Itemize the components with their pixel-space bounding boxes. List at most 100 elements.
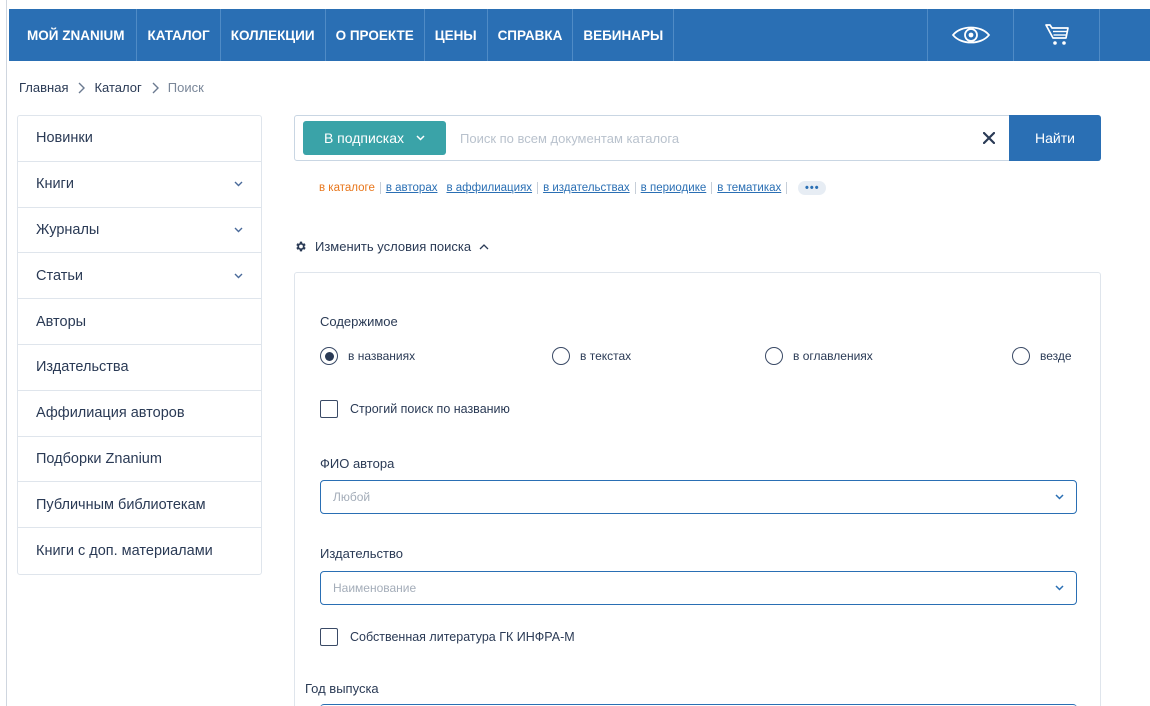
nav-prices[interactable]: ЦЕНЫ — [425, 9, 488, 61]
year-label: Год выпуска — [305, 681, 379, 696]
publisher-select-value: Наименование — [333, 581, 417, 595]
search-conditions-panel: Содержимое в названиях в текстах в оглав… — [294, 272, 1101, 706]
sidebar-item-journals[interactable]: Журналы — [18, 208, 261, 254]
divider — [786, 182, 788, 194]
radio-in-texts[interactable]: в текстах — [552, 347, 631, 365]
search-bar: В подписках Найти — [294, 115, 1101, 161]
chevron-down-icon — [234, 181, 243, 187]
search-scope-dropdown[interactable]: В подписках — [303, 121, 446, 155]
search-submit-button[interactable]: Найти — [1009, 115, 1101, 161]
search-input[interactable] — [460, 118, 969, 158]
radio-in-toc[interactable]: в оглавлениях — [765, 347, 873, 365]
sidebar-item-label: Издательства — [36, 359, 129, 376]
radio-in-titles[interactable]: в названиях — [320, 347, 415, 365]
breadcrumb-current: Поиск — [167, 80, 204, 95]
sidebar-item-label: Публичным библиотекам — [36, 496, 206, 513]
breadcrumb-home[interactable]: Главная — [19, 80, 68, 95]
radio-circle — [765, 347, 783, 365]
divider — [711, 182, 713, 194]
checkbox-label: Собственная литература ГК ИНФРА-М — [350, 630, 575, 644]
more-scopes-button[interactable]: ••• — [798, 181, 827, 195]
clear-search-button[interactable] — [969, 116, 1009, 160]
toggle-search-conditions[interactable]: Изменить условия поиска — [294, 239, 489, 254]
eye-icon — [951, 26, 990, 44]
radio-circle — [552, 347, 570, 365]
sidebar: Новинки Книги Журналы Статьи Авторы Изда… — [17, 115, 262, 575]
breadcrumb-catalog[interactable]: Каталог — [94, 80, 141, 95]
sidebar-item-affiliation[interactable]: Аффилиация авторов — [18, 391, 261, 437]
sidebar-item-authors[interactable]: Авторы — [18, 299, 261, 345]
nav-catalog[interactable]: КАТАЛОГ — [137, 9, 221, 61]
strict-search-checkbox[interactable]: Строгий поиск по названию — [320, 400, 510, 418]
cart-icon — [1044, 24, 1069, 45]
chevron-up-icon — [479, 244, 489, 250]
divider — [537, 182, 539, 194]
sidebar-item-label: Подборки Znanium — [36, 450, 162, 467]
scope-periodicals[interactable]: в периодике — [641, 182, 707, 194]
sidebar-item-label: Журналы — [36, 221, 100, 238]
checkbox-label: Строгий поиск по названию — [350, 402, 510, 416]
radio-circle — [320, 347, 338, 365]
sidebar-item-books-extra[interactable]: Книги с доп. материалами — [18, 528, 261, 574]
sidebar-item-label: Новинки — [36, 130, 93, 147]
author-select[interactable]: Любой — [320, 480, 1077, 514]
radio-everywhere[interactable]: везде — [1012, 347, 1072, 365]
checkbox-box — [320, 628, 338, 646]
radio-dot — [324, 351, 334, 361]
chevron-down-icon — [234, 227, 243, 233]
radio-label: везде — [1040, 349, 1072, 363]
scope-publishers[interactable]: в издательствах — [543, 182, 630, 194]
sidebar-item-articles[interactable]: Статьи — [18, 253, 261, 300]
nav-about[interactable]: О ПРОЕКТЕ — [326, 9, 425, 61]
author-label: ФИО автора — [320, 456, 395, 471]
scope-catalog[interactable]: в каталоге — [319, 182, 375, 194]
scope-topics[interactable]: в тематиках — [717, 182, 781, 194]
window-frame-left — [6, 0, 7, 706]
chevron-right-icon — [151, 82, 159, 94]
search-scope-label: В подписках — [323, 130, 405, 146]
scope-authors[interactable]: в авторах — [386, 182, 438, 194]
top-nav: МОЙ ZNANIUM КАТАЛОГ КОЛЛЕКЦИИ О ПРОЕКТЕ … — [9, 9, 1150, 61]
sidebar-item-label: Книги с доп. материалами — [36, 543, 213, 560]
content-radio-group: в названиях в текстах в оглавлениях везд… — [320, 347, 1102, 371]
radio-circle — [1012, 347, 1030, 365]
nav-spacer — [674, 9, 928, 61]
chevron-down-icon — [1055, 494, 1064, 500]
sidebar-item-new[interactable]: Новинки — [18, 116, 261, 162]
content-label: Содержимое — [320, 314, 398, 329]
nav-tail — [1100, 9, 1150, 61]
scope-affiliations[interactable]: в аффилиациях — [446, 182, 532, 194]
cart-button[interactable] — [1014, 9, 1100, 61]
search-scope-links: в каталоге в авторах в аффилиациях в изд… — [319, 181, 827, 195]
nav-collections[interactable]: КОЛЛЕКЦИИ — [221, 9, 326, 61]
divider — [634, 182, 636, 194]
sidebar-item-publishers[interactable]: Издательства — [18, 345, 261, 391]
sidebar-item-label: Статьи — [36, 267, 83, 284]
chevron-down-icon — [234, 273, 243, 279]
nav-help[interactable]: СПРАВКА — [488, 9, 574, 61]
close-icon — [983, 132, 995, 144]
author-select-value: Любой — [333, 490, 371, 504]
toggle-conditions-label: Изменить условия поиска — [315, 239, 472, 254]
chevron-right-icon — [77, 82, 86, 94]
chevron-down-icon — [1055, 585, 1064, 591]
sidebar-item-label: Книги — [36, 176, 74, 193]
chevron-down-icon — [416, 135, 425, 141]
nav-webinars[interactable]: ВЕБИНАРЫ — [573, 9, 675, 61]
sidebar-item-public-libraries[interactable]: Публичным библиотекам — [18, 482, 261, 529]
sidebar-item-books[interactable]: Книги — [18, 162, 261, 208]
sidebar-item-label: Авторы — [36, 313, 87, 330]
breadcrumb: Главная Каталог Поиск — [19, 80, 204, 95]
divider — [379, 182, 381, 194]
checkbox-box — [320, 400, 338, 418]
nav-my-znanium[interactable]: МОЙ ZNANIUM — [9, 9, 138, 61]
publisher-select[interactable]: Наименование — [320, 571, 1077, 605]
radio-label: в названиях — [348, 349, 416, 363]
sidebar-item-label: Аффилиация авторов — [36, 405, 185, 422]
publisher-label: Издательство — [320, 546, 403, 561]
own-literature-checkbox[interactable]: Собственная литература ГК ИНФРА-М — [320, 628, 575, 646]
radio-label: в оглавлениях — [793, 349, 873, 363]
sidebar-item-collections[interactable]: Подборки Znanium — [18, 437, 261, 483]
radio-label: в текстах — [580, 349, 632, 363]
accessibility-button[interactable] — [928, 9, 1014, 61]
